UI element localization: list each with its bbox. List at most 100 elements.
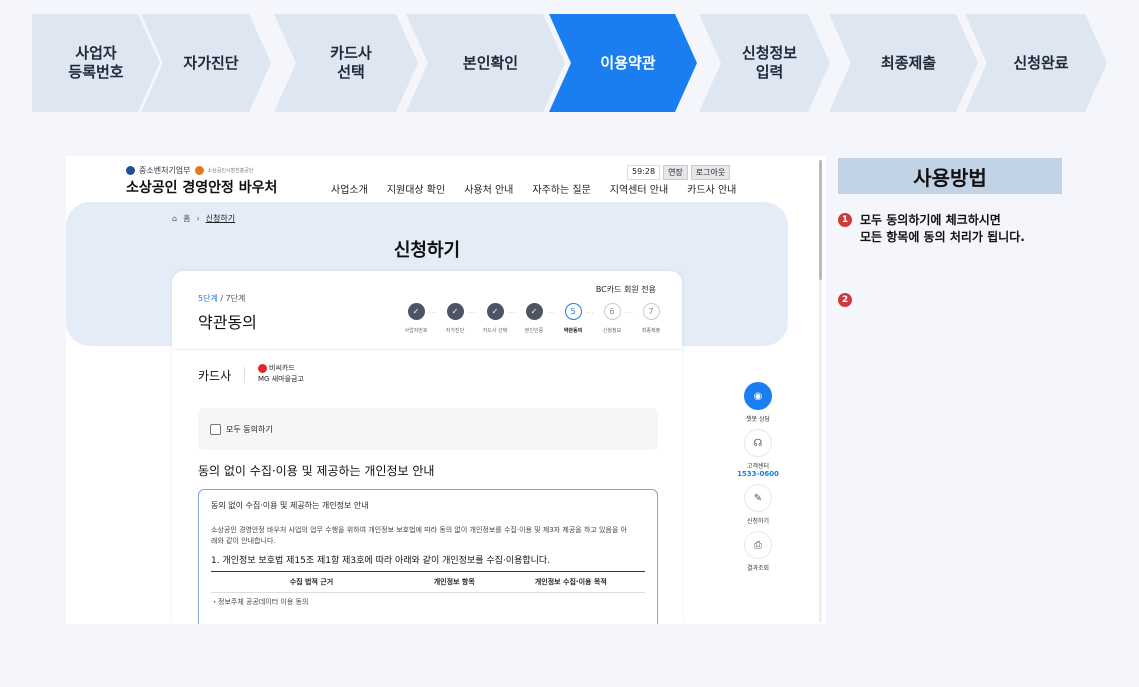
quick-menu: ◉ 챗봇 상담 ☊ 고객센터 1533-0600 ✎ 신청하기 ⎙ 결과조회 <box>736 382 780 578</box>
mini-step-label: 최종제출 <box>641 328 661 334</box>
tool-label: 결과조회 <box>746 565 770 572</box>
agency-logo-icon <box>194 166 204 175</box>
mini-step-indicator: ✓ 사업자번호 ··· ✓ 자가진단 ··· ✓ 카드사 선택 ··· ✓ 본인인증 ·… <box>396 303 666 343</box>
step-label: 이용약관 <box>600 53 656 72</box>
mini-step: ✓ 본인인증 <box>514 303 554 334</box>
mini-step: 6 신청정보 <box>592 303 632 334</box>
table-header: 개인정보 항목 <box>411 571 497 593</box>
card-company-label: 카드사 <box>198 369 232 383</box>
table-row: ・정보주체 공공데이터 이용 동의 <box>211 593 645 612</box>
consent-paragraph: 소상공인 경영안정 바우처 사업의 업무 수행을 위하여 개인정보 보호법에 따… <box>211 526 628 545</box>
help-item: 1 모두 동의하기에 체크하시면 모든 항목에 동의 처리가 됩니다. <box>838 212 1025 246</box>
check-icon: ✓ <box>446 303 464 320</box>
mini-step-label: 자가진단 <box>445 328 465 334</box>
breadcrumb-current: 신청하기 <box>205 214 236 223</box>
step-label: 카드사 선택 <box>330 44 372 81</box>
table-cell <box>412 593 497 612</box>
nav-item[interactable]: 사용처 안내 <box>464 181 513 196</box>
step-identity: 본인확인 <box>406 14 565 112</box>
nav-item[interactable]: 지원대상 확인 <box>387 181 445 196</box>
check-icon: ✓ <box>486 303 504 320</box>
help-title: 사용방법 <box>838 158 1062 194</box>
breadcrumb: ⌂ 홈 › 신청하기 <box>172 213 235 224</box>
step-final-submit: 최종제출 <box>829 14 978 112</box>
nav-item[interactable]: 자주하는 질문 <box>532 181 590 196</box>
agree-all-label[interactable]: 모두 동의하기 <box>226 424 273 435</box>
brand-name: 비씨카드 <box>269 364 295 372</box>
browser-scrollbar[interactable] <box>819 160 822 622</box>
mini-step: 7 최종제출 <box>631 303 671 334</box>
result-lookup-button[interactable]: ⎙ 결과조회 <box>736 531 780 572</box>
ministry-logo-icon <box>126 166 135 175</box>
consent-scroll-box[interactable]: 동의 없이 수집·이용 및 제공하는 개인정보 안내 소상공인 경영안정 바우처… <box>198 489 658 624</box>
nav-item[interactable]: 카드사 안내 <box>687 181 736 196</box>
logout-button[interactable]: 로그아웃 <box>690 165 731 180</box>
consent-heading: 동의 없이 수집·이용 및 제공하는 개인정보 안내 <box>211 501 369 510</box>
check-icon: ✓ <box>525 303 543 320</box>
agree-all-box[interactable]: 모두 동의하기 <box>198 408 658 450</box>
table-cell: ・정보주체 공공데이터 이용 동의 <box>211 598 309 606</box>
chatbot-button[interactable]: ◉ 챗봇 상담 <box>736 382 780 423</box>
edit-icon[interactable]: ✎ <box>744 484 772 512</box>
breadcrumb-home[interactable]: 홈 <box>183 213 190 224</box>
table-header: 수집 법적 근거 <box>211 571 412 593</box>
chat-icon[interactable]: ◉ <box>744 382 772 410</box>
help-text: 모두 동의하기에 체크하시면 모든 항목에 동의 처리가 됩니다. <box>860 213 1025 244</box>
step-current: 5단계 <box>198 294 218 303</box>
mini-step: ✓ 카드사 선택 <box>475 303 515 334</box>
table-header: 개인정보 수집·이용 목적 <box>496 571 645 593</box>
step-application-info: 신청정보 입력 <box>699 14 830 112</box>
label-separator <box>244 367 245 383</box>
agency-name: 소상공인시장진흥공단 <box>207 168 254 174</box>
breadcrumb-separator: › <box>196 214 200 223</box>
tool-label: 고객센터 <box>746 463 770 470</box>
scrollbar-thumb[interactable] <box>819 160 822 280</box>
timer-value: 59:28 <box>627 165 661 180</box>
card-brand: 비씨카드 MG 새마을금고 <box>258 363 304 385</box>
help-item: 2 <box>838 292 860 307</box>
step-label: 신청완료 <box>1013 53 1069 72</box>
bc-only-note: BC카드 회원 전용 <box>595 285 656 294</box>
headset-icon[interactable]: ☊ <box>744 429 772 457</box>
document-search-icon[interactable]: ⎙ <box>744 531 772 559</box>
tool-label: 챗봇 상담 <box>746 416 770 423</box>
step-label: 신청정보 입력 <box>741 44 798 81</box>
extend-button[interactable]: 연장 <box>663 165 688 180</box>
step-business-number: 사업자 등록번호 <box>32 14 160 112</box>
step-label: 사업자 등록번호 <box>68 44 124 81</box>
step-total: / 7단계 <box>217 294 246 303</box>
mini-step-label: 사업자번호 <box>404 328 428 334</box>
site-title[interactable]: 소상공인 경영안정 바우처 <box>126 177 277 197</box>
application-card: BC카드 회원 전용 5단계 / 7단계 약관동의 ✓ 사업자번호 ··· ✓ 자가… <box>172 271 682 624</box>
step-label: 본인확인 <box>462 53 519 72</box>
tutorial-frame: 사업자 등록번호 자가진단 카드사 선택 본인확인 이용약관 신청정보 입력 최… <box>0 0 1139 687</box>
website-view: 중소벤처기업부 소상공인시장진흥공단 소상공인 경영안정 바우처 사업소개 지원… <box>66 156 826 624</box>
tool-label: 신청하기 <box>746 518 770 525</box>
consent-table: 수집 법적 근거 개인정보 항목 개인정보 수집·이용 목적 ・정보주체 공공데… <box>211 571 645 611</box>
ministry-name: 중소벤처기업부 <box>139 166 191 175</box>
mini-step-number: 5 <box>564 303 582 320</box>
step-counter: 5단계 / 7단계 <box>198 293 245 304</box>
step-card-select: 카드사 선택 <box>274 14 418 112</box>
page-title: 신청하기 <box>393 240 461 261</box>
step-progress-bar: 사업자 등록번호 자가진단 카드사 선택 본인확인 이용약관 신청정보 입력 최… <box>32 14 1107 112</box>
mini-step-label: 신청정보 <box>602 328 622 334</box>
customer-center-button[interactable]: ☊ 고객센터 1533-0600 <box>736 429 780 478</box>
mini-step-number: 7 <box>642 303 660 320</box>
step-complete: 신청완료 <box>965 14 1107 112</box>
agree-all-checkbox[interactable] <box>210 423 221 435</box>
card-divider <box>172 349 682 350</box>
session-timer: 59:28 연장 로그아웃 <box>627 165 731 180</box>
bc-card-logo-icon <box>258 363 267 373</box>
mini-step-label: 카드사 선택 <box>482 328 508 334</box>
consent-section-heading: 동의 없이 수집·이용 및 제공하는 개인정보 안내 <box>198 464 435 478</box>
step-terms: 이용약관 <box>549 14 697 112</box>
step-self-diagnosis: 자가진단 <box>141 14 271 112</box>
brand-sub: MG 새마을금고 <box>258 375 304 383</box>
apply-button[interactable]: ✎ 신청하기 <box>736 484 780 525</box>
check-icon: ✓ <box>407 303 425 320</box>
home-icon[interactable]: ⌂ <box>172 214 177 223</box>
nav-item[interactable]: 사업소개 <box>331 181 368 196</box>
mini-step-label: 약관동의 <box>563 328 583 334</box>
nav-item[interactable]: 지역센터 안내 <box>610 181 668 196</box>
